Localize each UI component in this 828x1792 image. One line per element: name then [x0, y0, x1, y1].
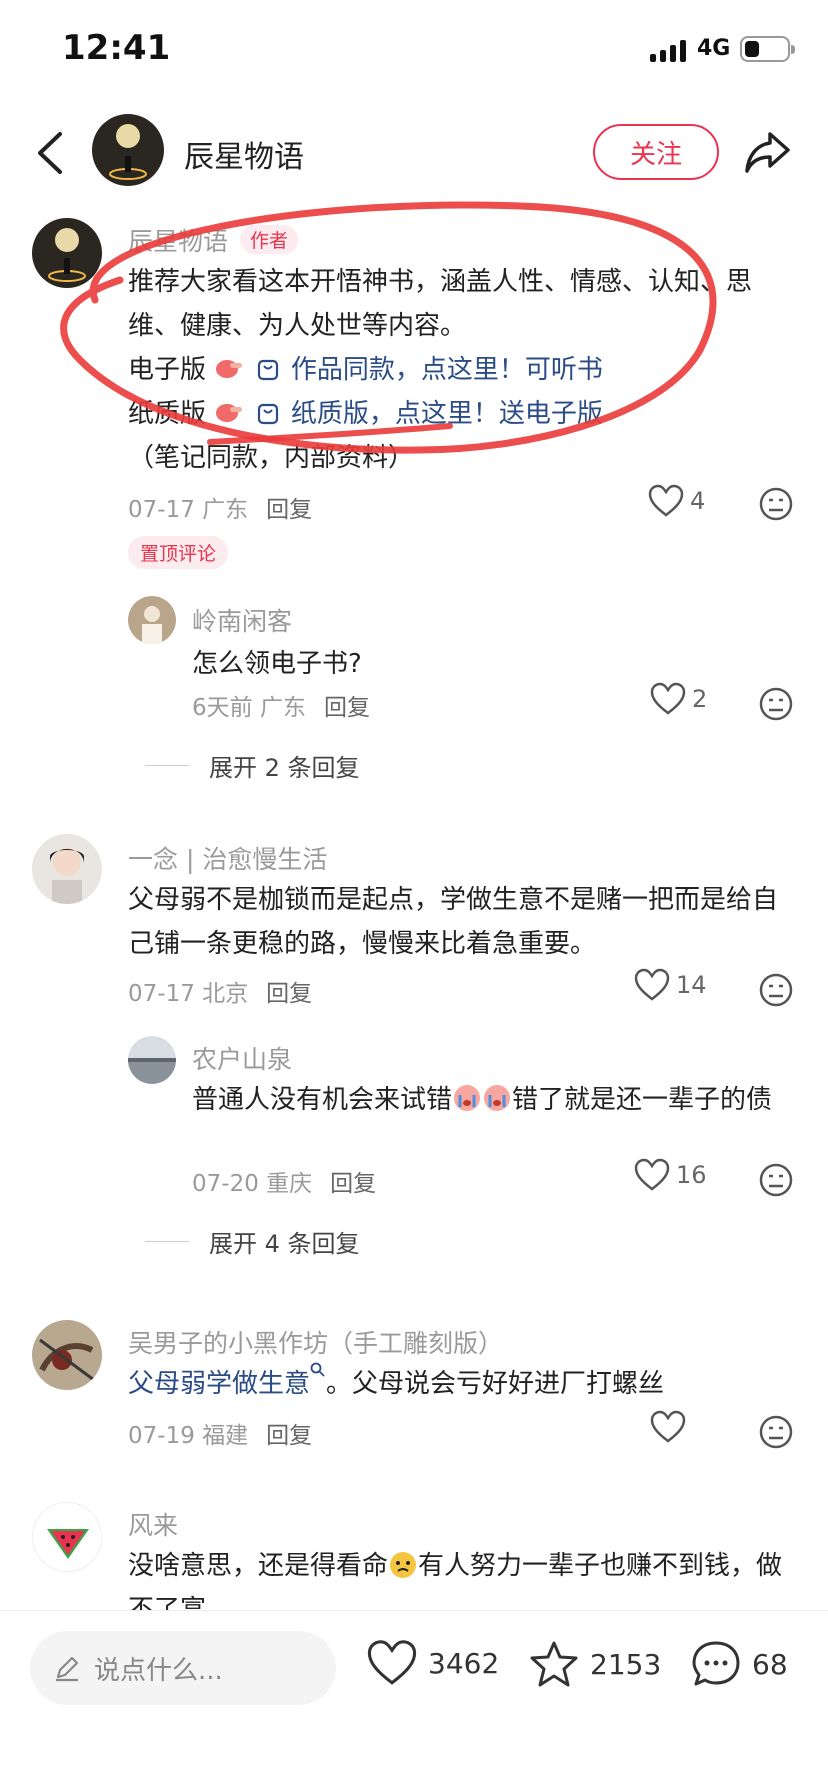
like-total: 3462 — [428, 1646, 500, 1680]
like-post-button[interactable]: 3462 — [366, 1639, 499, 1687]
shopping-bag-icon — [257, 359, 278, 381]
like-button[interactable] — [650, 1410, 686, 1444]
like-button[interactable]: 16 — [634, 1158, 707, 1192]
heart-icon — [650, 682, 686, 715]
comment-author-name[interactable]: 辰星物语 作者 — [128, 222, 299, 258]
dislike-icon[interactable] — [758, 972, 794, 1008]
pencil-icon — [56, 1656, 79, 1682]
like-count: 2 — [692, 685, 708, 713]
comment-bubble-icon — [692, 1641, 740, 1686]
star-post-button[interactable]: 2153 — [528, 1639, 661, 1689]
crying-face-icon — [454, 1085, 481, 1111]
signal-icon — [650, 38, 686, 62]
reply-text: 普通人没有机会来试错 错了就是还一辈子的债 — [192, 1085, 773, 1115]
dislike-icon[interactable] — [758, 486, 794, 522]
comment-author-name[interactable]: 吴男子的小黑作坊（手工雕刻版） — [128, 1324, 503, 1360]
reply-button[interactable]: 回复 — [324, 695, 370, 721]
avatar[interactable] — [32, 834, 102, 904]
dislike-icon[interactable] — [758, 1414, 794, 1450]
like-count: 14 — [676, 971, 707, 999]
follow-button[interactable]: 关注 — [593, 124, 719, 180]
expand-replies-button[interactable]: 展开 2 条回复 — [145, 748, 360, 783]
reply-meta: 6天前 广东 回复 — [192, 695, 370, 721]
like-button[interactable]: 2 — [650, 682, 707, 716]
like-button[interactable]: 14 — [634, 968, 707, 1002]
comment-post-button[interactable]: 68 — [690, 1639, 788, 1689]
star-total: 2153 — [590, 1647, 662, 1681]
star-icon — [530, 1641, 578, 1687]
like-count: 16 — [676, 1161, 707, 1189]
comment-input-placeholder: 说点什么... — [94, 1655, 223, 1686]
comment-text: 没啥意思，还是得看命 有人努力一辈子也赚不到钱，做不了富 — [128, 1551, 783, 1610]
avatar[interactable] — [32, 218, 102, 288]
reply-button[interactable]: 回复 — [266, 1423, 312, 1449]
avatar[interactable] — [32, 1320, 102, 1390]
like-button[interactable]: 4 — [648, 484, 705, 518]
comment-text: 父母弱学做生意 。父母说会亏好好进厂打螺丝 — [128, 1362, 800, 1406]
reply-author-name[interactable]: 岭南闲客 — [192, 602, 292, 638]
reply-text: 怎么领电子书? — [192, 649, 362, 679]
comment-meta: 07-17 北京 回复 — [128, 981, 313, 1007]
heart-icon — [648, 484, 684, 517]
reply-author-name[interactable]: 农户山泉 — [192, 1040, 292, 1076]
pointing-hand-icon — [216, 360, 243, 378]
author-tag: 作者 — [240, 225, 299, 254]
back-icon[interactable] — [30, 128, 70, 178]
avatar[interactable] — [128, 596, 176, 644]
dislike-icon[interactable] — [758, 686, 794, 722]
reply-button[interactable]: 回复 — [330, 1171, 376, 1197]
comment-total: 68 — [752, 1647, 788, 1681]
comment-text: 父母弱不是枷锁而是起点，学做生意不是赌一把而是给自己铺一条更稳的路，慢慢来比着急… — [128, 885, 779, 959]
heart-icon — [634, 1158, 670, 1191]
comment-input[interactable]: 说点什么... — [30, 1631, 336, 1705]
reply-meta: 07-20 重庆 回复 — [192, 1171, 377, 1197]
bottom-bar: 说点什么... 3462 2153 68 — [0, 1610, 828, 1792]
comment-meta: 07-19 福建 回复 — [128, 1423, 313, 1449]
watermelon-icon — [33, 1503, 101, 1571]
author-avatar[interactable] — [92, 114, 164, 186]
comment-author-name[interactable]: 一念 | 治愈慢生活 — [128, 840, 327, 876]
avatar[interactable] — [32, 1502, 102, 1572]
avatar[interactable] — [128, 1036, 176, 1084]
product-link-ebook[interactable]: 作品同款，点这里！可听书 — [291, 355, 603, 385]
battery-icon — [740, 36, 795, 62]
expand-replies-button[interactable]: 展开 4 条回复 — [145, 1224, 360, 1259]
reply-button[interactable]: 回复 — [266, 981, 312, 1007]
network-label: 4G — [697, 36, 731, 61]
comment-meta: 07-17 广东 回复 — [128, 497, 313, 523]
dislike-icon[interactable] — [758, 1162, 794, 1198]
pinned-badge: 置顶评论 — [128, 536, 229, 569]
shopping-bag-icon — [257, 403, 278, 425]
reply-button[interactable]: 回复 — [266, 497, 312, 523]
sad-face-icon — [390, 1552, 417, 1578]
pointing-hand-icon — [216, 404, 243, 422]
comment-text: 推荐大家看这本开悟神书，涵盖人性、情感、认知、思维、健康、为人处世等内容。 电子… — [128, 267, 753, 473]
crying-face-icon — [484, 1085, 511, 1111]
product-link-paper[interactable]: 纸质版，点这里！送电子版 — [291, 399, 603, 429]
heart-icon — [650, 1410, 686, 1443]
search-icon — [310, 1362, 325, 1377]
header: 辰星物语 关注 — [0, 100, 828, 204]
page-title: 辰星物语 — [184, 140, 304, 175]
heart-icon — [634, 968, 670, 1001]
search-link[interactable]: 父母弱学做生意 — [128, 1369, 310, 1399]
like-count: 4 — [690, 487, 706, 515]
heart-icon — [367, 1640, 417, 1685]
status-time: 12:41 — [62, 28, 171, 68]
status-bar: 12:41 4G — [0, 0, 828, 100]
comment-author-name[interactable]: 风来 — [128, 1506, 178, 1542]
share-icon[interactable] — [742, 126, 794, 178]
comment-item: 风来 没啥意思，还是得看命 有人努力一辈子也赚不到钱，做不了富 — [0, 1498, 828, 1610]
